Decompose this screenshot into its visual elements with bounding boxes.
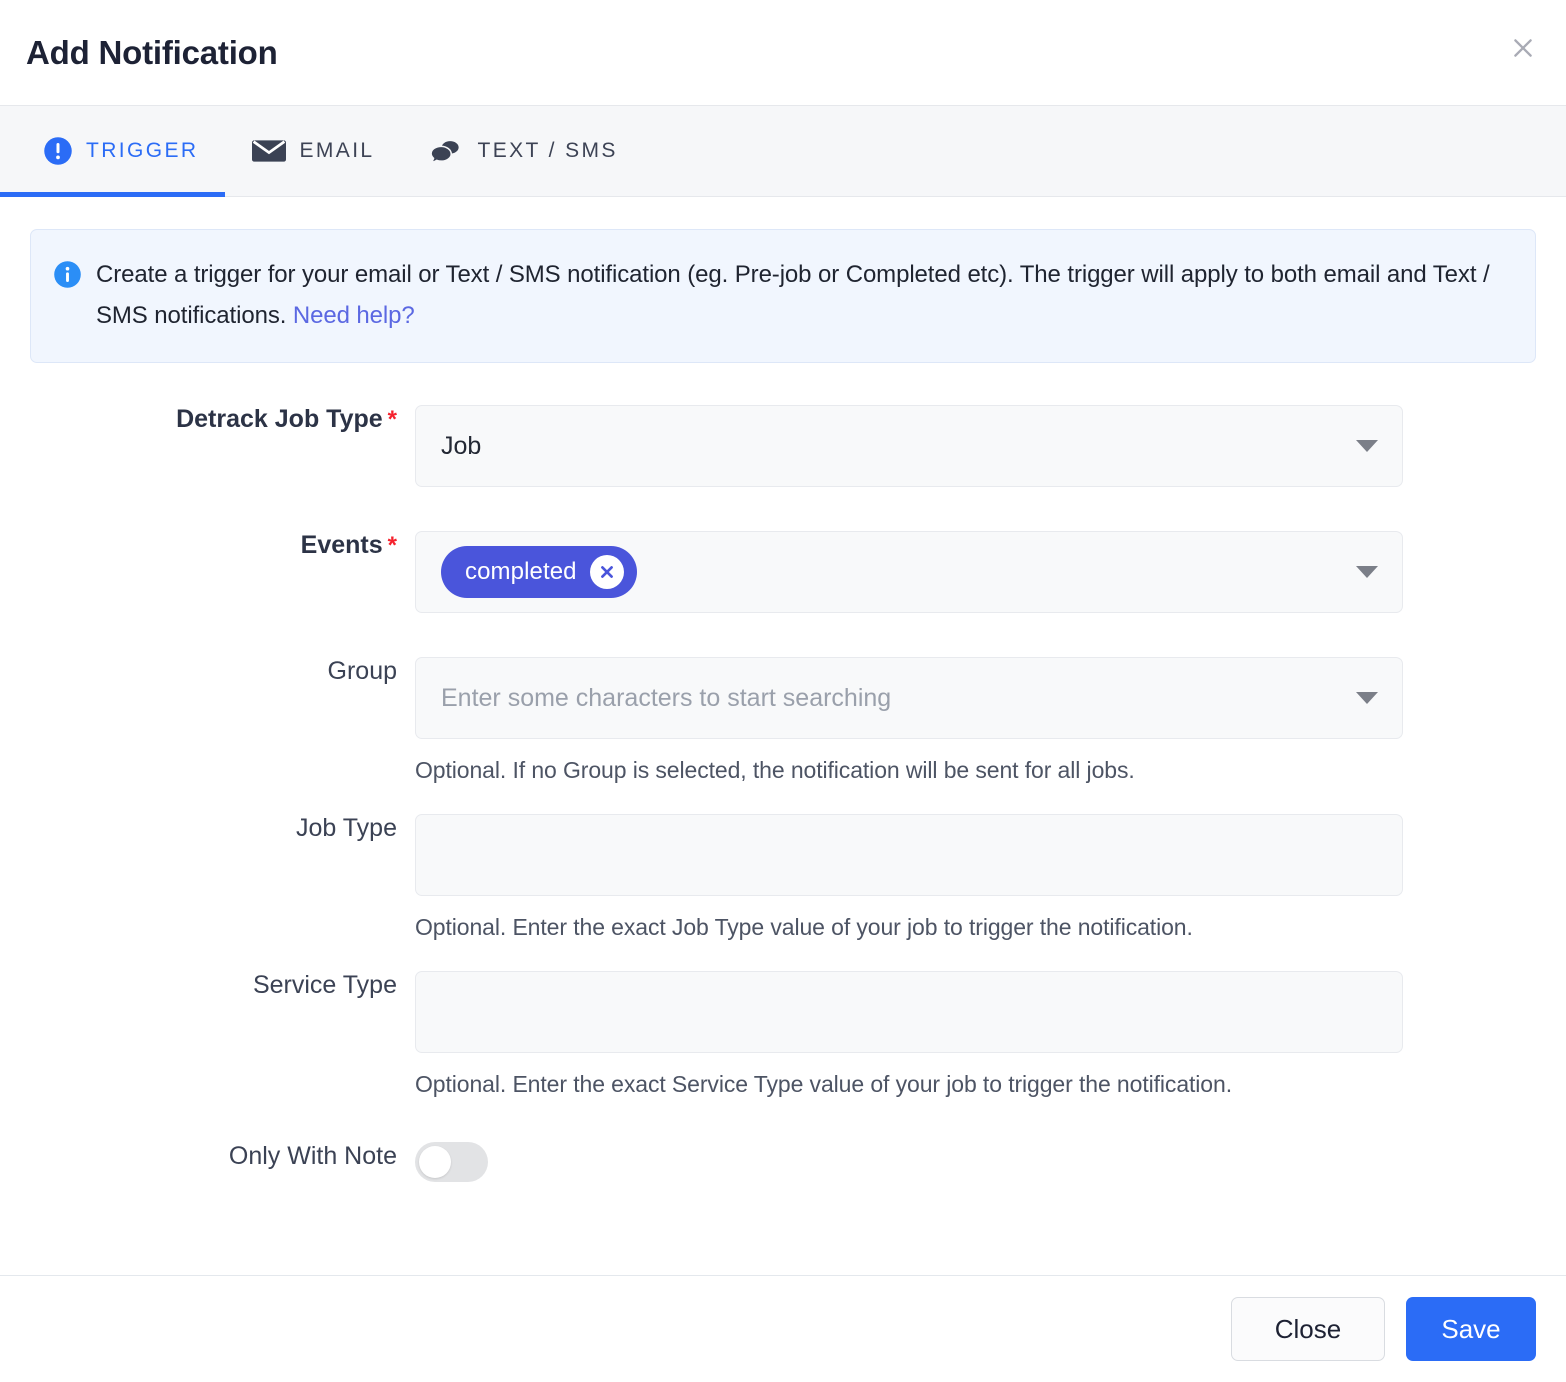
tab-trigger-label: TRIGGER: [86, 139, 198, 163]
tab-bar: TRIGGER EMAIL TEXT / SMS: [0, 105, 1566, 197]
spacer: [30, 941, 1536, 971]
chevron-down-icon[interactable]: [1356, 566, 1378, 578]
group-label-text: Group: [328, 657, 397, 685]
group-placeholder: Enter some characters to start searching: [441, 684, 891, 713]
chevron-down-icon[interactable]: [1356, 692, 1378, 704]
detrack-job-type-field: Job: [415, 405, 1403, 487]
group-field: Enter some characters to start searching…: [415, 657, 1403, 784]
dialog-header: Add Notification: [0, 0, 1566, 105]
group-search-select[interactable]: Enter some characters to start searching: [415, 657, 1403, 739]
field-row-job-type: Job Type Optional. Enter the exact Job T…: [30, 814, 1536, 941]
save-button[interactable]: Save: [1406, 1297, 1536, 1361]
tab-trigger[interactable]: TRIGGER: [16, 106, 225, 196]
tab-text-sms-label: TEXT / SMS: [478, 139, 618, 163]
event-chip-label: completed: [465, 558, 577, 586]
info-banner: Create a trigger for your email or Text …: [30, 229, 1536, 363]
field-row-group: Group Enter some characters to start sea…: [30, 657, 1536, 784]
events-label-text: Events: [301, 531, 383, 559]
dialog-body: Create a trigger for your email or Text …: [0, 197, 1566, 1275]
detrack-job-type-label: Detrack Job Type*: [30, 405, 415, 434]
field-row-detrack-job-type: Detrack Job Type* Job: [30, 405, 1536, 487]
chevron-down-icon[interactable]: [1356, 440, 1378, 452]
events-multiselect[interactable]: completed: [415, 531, 1403, 613]
info-banner-text: Create a trigger for your email or Text …: [96, 254, 1505, 336]
job-type-label-text: Job Type: [296, 814, 397, 842]
only-with-note-label: Only With Note: [30, 1142, 415, 1171]
spacer: [30, 613, 1536, 657]
group-label: Group: [30, 657, 415, 686]
info-circle-icon: [53, 260, 82, 289]
remove-chip-icon[interactable]: [590, 555, 624, 589]
service-type-field: Optional. Enter the exact Service Type v…: [415, 971, 1403, 1098]
close-icon[interactable]: [1508, 33, 1538, 63]
only-with-note-toggle[interactable]: [415, 1142, 488, 1182]
spacer: [30, 1098, 1536, 1142]
job-type-help-text: Optional. Enter the exact Job Type value…: [415, 914, 1403, 941]
chat-bubbles-icon: [429, 137, 465, 165]
dialog-footer: Close Save: [0, 1275, 1566, 1382]
tab-email-label: EMAIL: [299, 139, 374, 163]
tab-email[interactable]: EMAIL: [225, 106, 401, 196]
job-type-field: Optional. Enter the exact Job Type value…: [415, 814, 1403, 941]
field-row-service-type: Service Type Optional. Enter the exact S…: [30, 971, 1536, 1098]
close-button[interactable]: Close: [1231, 1297, 1385, 1361]
need-help-link[interactable]: Need help?: [293, 302, 415, 329]
job-type-label: Job Type: [30, 814, 415, 843]
spacer: [30, 487, 1536, 531]
tab-text-sms[interactable]: TEXT / SMS: [402, 106, 645, 196]
required-asterisk: *: [388, 406, 397, 433]
envelope-icon: [252, 138, 286, 164]
service-type-label: Service Type: [30, 971, 415, 1000]
detrack-job-type-value: Job: [441, 432, 481, 461]
add-notification-dialog: Add Notification TRIGGER: [0, 0, 1566, 1382]
detrack-job-type-label-text: Detrack Job Type: [176, 405, 383, 433]
field-row-events: Events* completed: [30, 531, 1536, 613]
alert-circle-icon: [43, 136, 73, 166]
service-type-input[interactable]: [415, 971, 1403, 1053]
toggle-knob: [419, 1146, 451, 1178]
spacer: [30, 784, 1536, 814]
events-label: Events*: [30, 531, 415, 560]
event-chip-completed[interactable]: completed: [441, 546, 637, 598]
service-type-help-text: Optional. Enter the exact Service Type v…: [415, 1071, 1403, 1098]
job-type-input[interactable]: [415, 814, 1403, 896]
page-title: Add Notification: [26, 34, 278, 72]
required-asterisk: *: [388, 532, 397, 559]
only-with-note-label-text: Only With Note: [229, 1142, 397, 1170]
events-field: completed: [415, 531, 1403, 613]
group-help-text: Optional. If no Group is selected, the n…: [415, 757, 1403, 784]
service-type-label-text: Service Type: [253, 971, 397, 999]
detrack-job-type-select[interactable]: Job: [415, 405, 1403, 487]
field-row-only-with-note: Only With Note: [30, 1142, 1536, 1182]
only-with-note-field: [415, 1142, 1403, 1182]
